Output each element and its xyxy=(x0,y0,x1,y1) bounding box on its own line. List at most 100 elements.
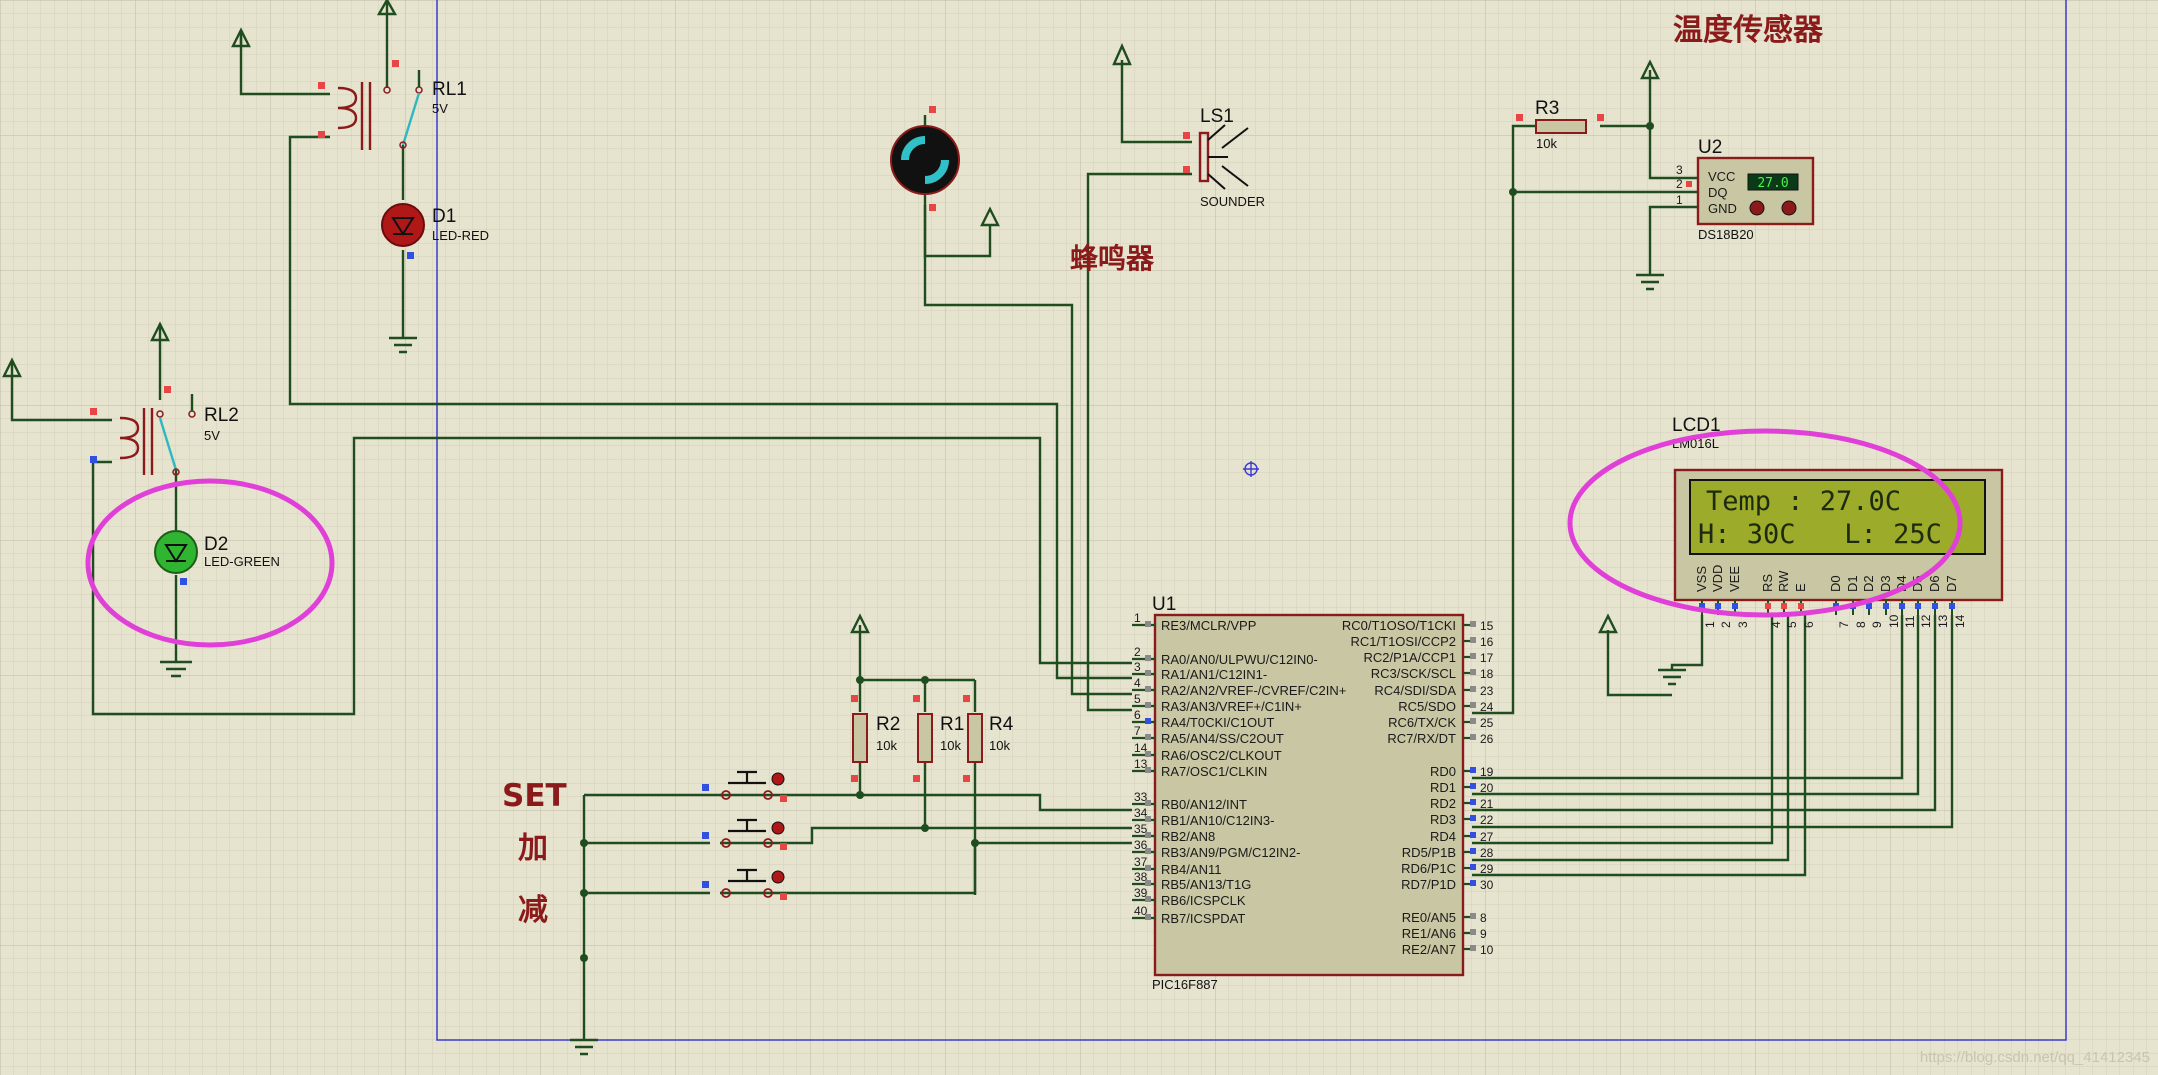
resistor-icon xyxy=(917,713,933,763)
lcd-pin-name: RW xyxy=(1776,570,1791,592)
u1-pin-name: RC1/T1OSI/CCP2 xyxy=(1351,634,1456,649)
watermark: https://blog.csdn.net/qq_41412345 xyxy=(1920,1049,2150,1066)
u1-pin-number: 19 xyxy=(1480,765,1494,779)
r3-value: 10k xyxy=(1536,136,1557,151)
u1-part: PIC16F887 xyxy=(1152,977,1218,992)
u1-pin-name: RA4/T0CKI/C1OUT xyxy=(1161,715,1274,730)
u1-pin-name: RD4 xyxy=(1430,829,1456,844)
u1-pin-name: RD3 xyxy=(1430,812,1456,827)
u1-pin-name: RC0/T1OSO/T1CKI xyxy=(1342,618,1456,633)
resistor-icon xyxy=(967,713,983,763)
u1-pin-name: RC4/SDI/SDA xyxy=(1374,683,1456,698)
lcd-pin-name: VSS xyxy=(1694,566,1709,592)
minus-label-cn: 减 xyxy=(518,893,548,928)
r1-value: 10k xyxy=(940,738,961,753)
u1-pin-number: 9 xyxy=(1480,927,1487,941)
u1-pin-name: RC6/TX/CK xyxy=(1388,715,1456,730)
lcd-pin-number: 2 xyxy=(1719,621,1733,628)
u1-pin-number: 1 xyxy=(1134,611,1141,625)
u1-pin-name: RC3/SCK/SCL xyxy=(1371,666,1456,681)
lcd-pin-number: 4 xyxy=(1769,621,1783,628)
u1-pin-number: 22 xyxy=(1480,813,1494,827)
button-icon xyxy=(1781,200,1797,216)
button-icon xyxy=(1749,200,1765,216)
u2-pin-dq: DQ xyxy=(1708,185,1728,200)
u1-pin-name: RC2/P1A/CCP1 xyxy=(1364,650,1456,665)
lcd-pin-name: E xyxy=(1793,583,1808,592)
u1-pin-name: RB3/AN9/PGM/C12IN2- xyxy=(1161,845,1300,860)
u1-pin-number: 26 xyxy=(1480,732,1494,746)
u1-pin-number: 20 xyxy=(1480,781,1494,795)
u1-pin-name: RA6/OSC2/CLKOUT xyxy=(1161,748,1282,763)
rl1-ref: RL1 xyxy=(432,79,467,100)
u1-pin-name: RE0/AN5 xyxy=(1402,910,1456,925)
r4-value: 10k xyxy=(989,738,1010,753)
lcd-line-2: H: 30C L: 25C xyxy=(1698,519,1942,550)
u1-pin-name: RA5/AN4/SS/C2OUT xyxy=(1161,731,1284,746)
u1-pin-number: 3 xyxy=(1134,660,1141,674)
u1-pin-name: RC7/RX/DT xyxy=(1387,731,1456,746)
lcd-pin-name: D6 xyxy=(1927,575,1942,592)
u1-pin-name: RB0/AN12/INT xyxy=(1161,797,1247,812)
u1-pin-name: RD2 xyxy=(1430,796,1456,811)
lcd-pin-number: 9 xyxy=(1870,621,1884,628)
u1-ref: U1 xyxy=(1152,594,1176,615)
u1-pin-name: RA7/OSC1/CLKIN xyxy=(1161,764,1267,779)
resistor-icon xyxy=(1535,119,1587,134)
led-green-icon xyxy=(154,530,198,574)
d1-value: LED-RED xyxy=(432,228,489,243)
led-red-icon xyxy=(381,203,425,247)
lcd-pin-number: 10 xyxy=(1887,614,1901,628)
u1-pin-number: 7 xyxy=(1134,724,1141,738)
u1-pin-name: RB6/ICSPCLK xyxy=(1161,893,1246,908)
u2-ref: U2 xyxy=(1698,137,1722,158)
u2-pin-gnd: GND xyxy=(1708,201,1737,216)
u1-pin-name: RB2/AN8 xyxy=(1161,829,1215,844)
rl2-ref: RL2 xyxy=(204,405,239,426)
rl2-value: 5V xyxy=(204,428,220,443)
u1-pin-number: 16 xyxy=(1480,635,1494,649)
u1-pin-name: RA1/AN1/C12IN1- xyxy=(1161,667,1267,682)
u1-pin-name: RB5/AN13/T1G xyxy=(1161,877,1251,892)
u1-pin-name: RD0 xyxy=(1430,764,1456,779)
temp-sensor-label-cn: 温度传感器 xyxy=(1673,13,1824,48)
lcd-pin-number: 6 xyxy=(1802,621,1816,628)
u1-pin-number: 23 xyxy=(1480,684,1494,698)
plus-label-cn: 加 xyxy=(518,831,548,866)
u1-pin-number: 28 xyxy=(1480,846,1494,860)
u1-pin-name: RB7/ICSPDAT xyxy=(1161,911,1245,926)
u1-pin-name: RB4/AN11 xyxy=(1161,862,1221,877)
u2-part: DS18B20 xyxy=(1698,227,1754,242)
lcd-pin-number: 7 xyxy=(1837,621,1851,628)
u1-pin-name: RD5/P1B xyxy=(1402,845,1456,860)
u1-pin-name: RE3/MCLR/VPP xyxy=(1161,618,1256,633)
u1-pin-name: RE2/AN7 xyxy=(1402,942,1456,957)
r3-ref: R3 xyxy=(1535,98,1559,119)
lcd-pin-name: RS xyxy=(1760,574,1775,592)
lcd-pin-number: 3 xyxy=(1736,621,1750,628)
u1-pin-number: 17 xyxy=(1480,651,1494,665)
schematic-canvas[interactable]: RL1 5V D1 LED-RED RL2 5V D2 LED-GREEN LS… xyxy=(0,0,2158,1075)
u1-pin-number: 6 xyxy=(1134,708,1141,722)
d2-ref: D2 xyxy=(204,534,228,555)
u1-pin-number: 24 xyxy=(1480,700,1494,714)
u2-pin-vcc: VCC xyxy=(1708,169,1735,184)
buzzer-label-cn: 蜂鸣器 xyxy=(1070,242,1155,275)
u1-pin-number: 18 xyxy=(1480,667,1494,681)
r2-value: 10k xyxy=(876,738,897,753)
u1-pin-number: 5 xyxy=(1134,692,1141,706)
sensor-display: 27.0 xyxy=(1757,176,1788,191)
u1-pin-name: RC5/SDO xyxy=(1398,699,1456,714)
lcd-pin-name: D2 xyxy=(1861,575,1876,592)
u1-pin-name: RD7/P1D xyxy=(1401,877,1456,892)
lcd-pin-number: 5 xyxy=(1785,621,1799,628)
lcd-pin-name: D3 xyxy=(1878,575,1893,592)
u1-pin-number: 30 xyxy=(1480,878,1494,892)
lcd-pin-name: VDD xyxy=(1710,565,1725,592)
lcd-pin-name: D1 xyxy=(1845,575,1860,592)
u1-pin-number: 27 xyxy=(1480,830,1494,844)
lcd-pin-number: 14 xyxy=(1953,614,1967,628)
mcu-u1[interactable]: 1 RE3/MCLR/VPP 2 RA0/AN0/ULPWU/C12IN0- 3 RA1/… xyxy=(1132,594,1494,992)
u1-pin-name: RA3/AN3/VREF+/C1IN+ xyxy=(1161,699,1302,714)
lcd-pin-number: 1 xyxy=(1703,621,1717,628)
